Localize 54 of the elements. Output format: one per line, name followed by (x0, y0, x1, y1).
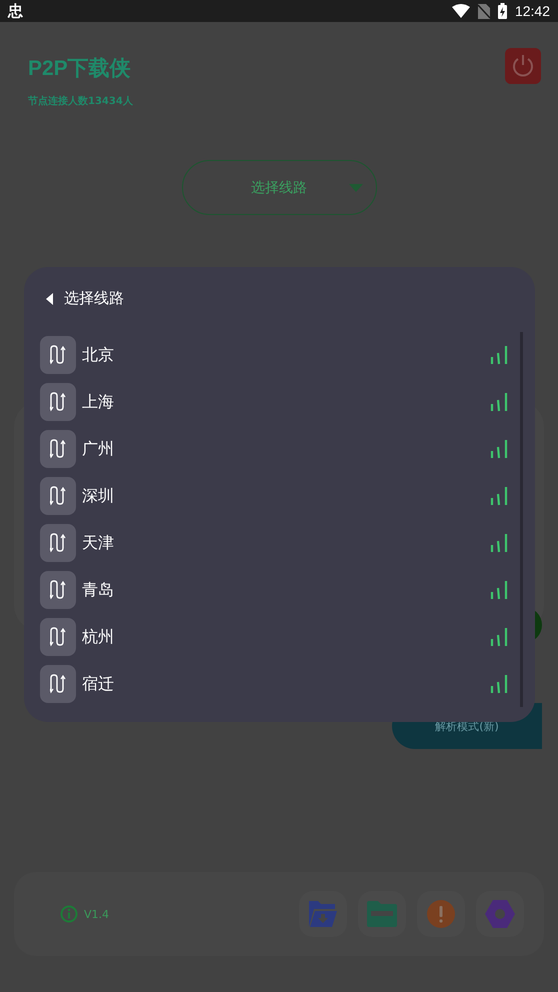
exclamation-icon (427, 900, 455, 928)
route-item[interactable]: 宿迁 (40, 665, 520, 703)
caret-icon (348, 184, 362, 192)
route-name: 宿迁 (82, 674, 115, 694)
hexagon-nut-icon (485, 900, 515, 928)
route-item[interactable]: 广州 (40, 430, 520, 468)
no-sim-icon (478, 4, 490, 18)
power-button[interactable] (505, 48, 541, 84)
route-item[interactable]: 青岛 (40, 571, 520, 609)
route-name: 天津 (82, 532, 115, 554)
route-name: 杭州 (82, 626, 115, 648)
route-name: 广州 (82, 438, 115, 460)
signal-icon (490, 533, 508, 553)
route-name: 深圳 (82, 486, 115, 506)
signal-icon (490, 627, 508, 647)
signal-icon (490, 439, 508, 459)
route-item[interactable]: 上海 (40, 383, 520, 421)
route-icon (40, 430, 76, 468)
signal-icon (490, 345, 508, 365)
route-name: 青岛 (82, 580, 115, 600)
route-name: 北京 (82, 344, 115, 366)
warning-button[interactable] (417, 891, 465, 937)
folder-button[interactable] (358, 891, 406, 937)
app-title: P2P下载侠 (28, 56, 132, 82)
route-icon (40, 383, 76, 421)
app-notification-icon: 忠 (8, 2, 23, 20)
power-icon (510, 53, 536, 79)
node-count-text: 节点连接人数13434人 (28, 94, 133, 108)
wifi-icon (452, 4, 470, 18)
version-label: V1.4 (84, 908, 110, 920)
route-icon (40, 571, 76, 609)
dialog-title: 选择线路 (64, 289, 124, 308)
route-name: 上海 (82, 392, 115, 412)
clock-time: 12:42 (514, 3, 550, 19)
settings-button[interactable] (476, 891, 524, 937)
signal-icon (490, 580, 508, 600)
route-icon (40, 524, 76, 562)
battery-charging-icon (498, 3, 507, 19)
download-folder-button[interactable] (299, 891, 347, 937)
route-item[interactable]: 北京 (40, 336, 520, 374)
route-item[interactable]: 杭州 (40, 618, 520, 656)
info-icon (60, 905, 78, 923)
route-icon (40, 665, 76, 703)
signal-icon (490, 674, 508, 694)
route-item[interactable]: 天津 (40, 524, 520, 562)
folder-icon (367, 901, 397, 927)
route-icon (40, 618, 76, 656)
back-icon[interactable] (46, 292, 54, 304)
route-icon (40, 477, 76, 515)
signal-icon (490, 486, 508, 506)
route-icon (40, 336, 76, 374)
route-item[interactable]: 深圳 (40, 477, 520, 515)
folder-download-icon (308, 900, 338, 928)
signal-icon (490, 392, 508, 412)
